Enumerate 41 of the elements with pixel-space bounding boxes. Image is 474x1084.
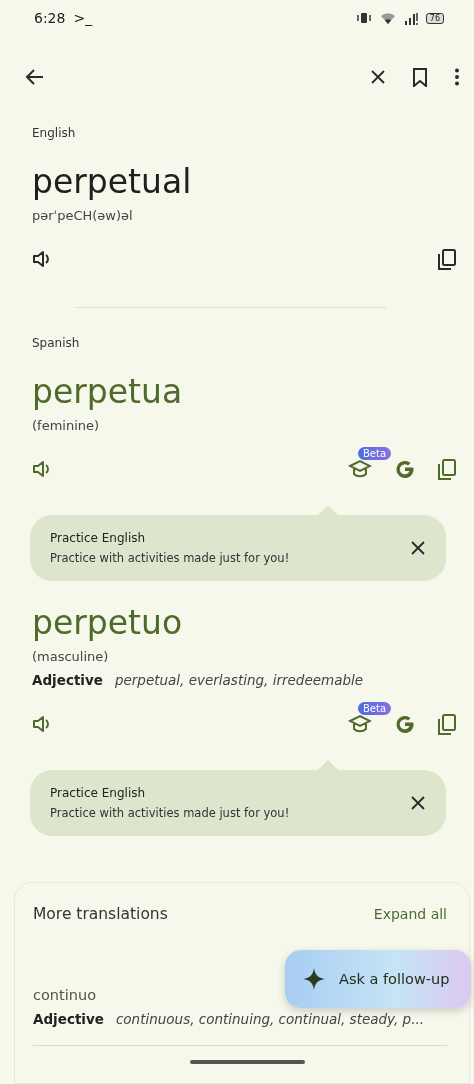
source-word: perpetual [32, 162, 193, 202]
google-g-icon[interactable] [394, 458, 416, 480]
close-icon[interactable] [410, 795, 426, 811]
terminal-indicator: >_ [73, 10, 93, 26]
beta-badge: Beta [358, 447, 392, 460]
expand-all-button[interactable]: Expand all [373, 906, 447, 922]
translation-word: perpetua [32, 372, 184, 412]
source-language: English [32, 126, 77, 140]
more-menu-button[interactable] [454, 68, 460, 86]
clock: 6:28 [34, 10, 66, 26]
google-g-icon[interactable] [394, 713, 416, 735]
part-of-speech: Adjective [33, 1011, 104, 1027]
target-language: Spanish [32, 336, 81, 350]
synonyms: perpetual, everlasting, irredeemable [114, 672, 364, 688]
battery-indicator: 76 [425, 12, 444, 24]
tip-title: Practice English [50, 786, 147, 800]
synonyms: continuous, continuing, continual, steady, p... [115, 1011, 425, 1027]
bookmark-button[interactable] [412, 67, 428, 87]
ask-follow-up-button[interactable]: Ask a follow-up [285, 950, 471, 1008]
vibrate-icon [355, 12, 372, 24]
close-icon[interactable] [410, 540, 426, 556]
gender-label: (feminine) [32, 418, 101, 433]
copy-icon[interactable] [438, 248, 456, 270]
sparkle-icon [303, 968, 325, 990]
wifi-icon [379, 11, 396, 25]
part-of-speech: Adjective [32, 672, 103, 688]
signal-icon [403, 11, 418, 25]
graduation-cap-icon[interactable] [348, 714, 372, 734]
tip-body: Practice with activities made just for you! [50, 806, 291, 820]
graduation-cap-icon[interactable] [348, 459, 372, 479]
gender-label: (masculine) [32, 649, 110, 664]
speaker-icon[interactable] [32, 250, 52, 268]
translation-word[interactable]: continuo [33, 987, 96, 1003]
close-button[interactable] [370, 69, 386, 85]
tip-body: Practice with activities made just for you! [50, 551, 291, 565]
card-title: More translations [33, 905, 168, 923]
phonetic: pərˈpeCH(əw)əl [32, 208, 134, 223]
tip-title: Practice English [50, 531, 147, 545]
translation-word: perpetuo [32, 603, 184, 643]
back-button[interactable] [24, 68, 44, 86]
beta-badge: Beta [358, 702, 392, 715]
